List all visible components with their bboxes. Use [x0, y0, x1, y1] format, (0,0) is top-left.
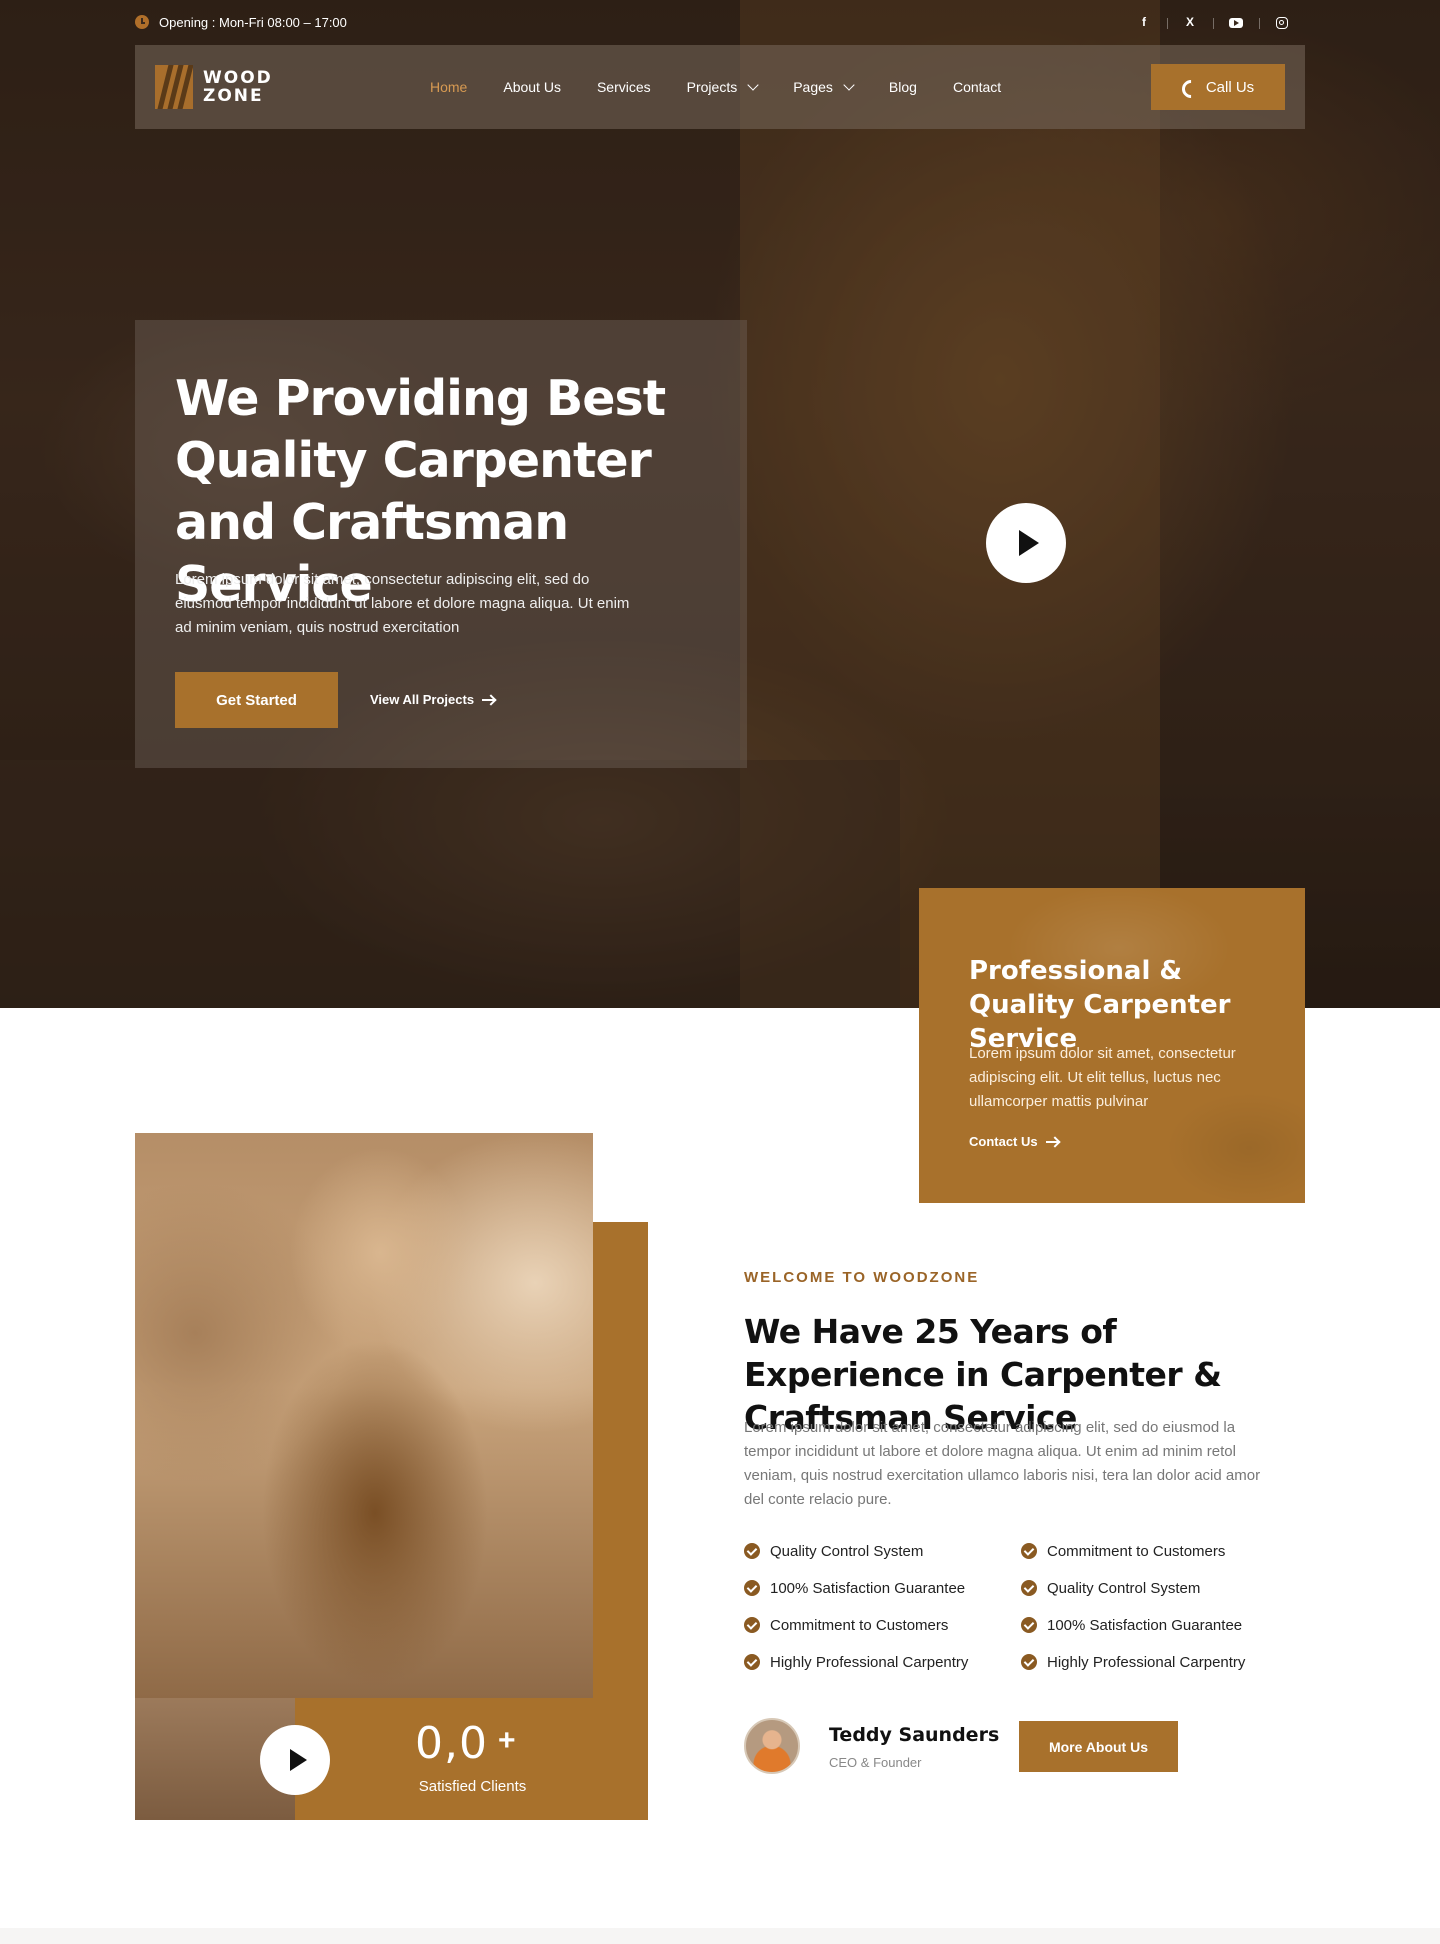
about-description: Lorem ipsum dolor sit amet, consectetur …	[744, 1419, 1261, 1508]
opening-hours: Opening : Mon-Fri 08:00 – 17:00	[159, 14, 347, 30]
service-card-description: Lorem ipsum dolor sit amet, consectetur …	[969, 1045, 1236, 1110]
nav-contact[interactable]: Contact	[953, 79, 1001, 95]
check-circle-icon	[744, 1617, 760, 1633]
call-us-label: Call Us	[1205, 78, 1255, 96]
service-card-title: Professional & Quality Carpenter Service	[969, 956, 1231, 1054]
feature-label: Quality Control System	[1047, 1579, 1201, 1597]
check-circle-icon	[744, 1580, 760, 1596]
next-section-edge	[0, 1928, 1440, 1944]
feature-item: Commitment to Customers	[1021, 1542, 1298, 1560]
founder-avatar	[744, 1718, 800, 1774]
nav-projects[interactable]: Projects	[686, 78, 759, 95]
feature-item: Commitment to Customers	[744, 1616, 1021, 1634]
top-bar: Opening : Mon-Fri 08:00 – 17:00 f X	[135, 10, 1305, 34]
carpenter-photo	[135, 1133, 593, 1698]
nav-pages[interactable]: Pages	[793, 78, 855, 95]
check-circle-icon	[1021, 1654, 1037, 1670]
play-icon	[289, 1749, 307, 1771]
stat-value: 0,0	[415, 1718, 488, 1769]
hero-section: Opening : Mon-Fri 08:00 – 17:00 f X WOOD…	[0, 0, 1440, 1008]
facebook-icon[interactable]: f	[1121, 15, 1167, 29]
instagram-icon[interactable]	[1259, 15, 1305, 29]
founder-name: Teddy Saunders	[829, 1724, 1000, 1746]
feature-label: Commitment to Customers	[770, 1616, 949, 1634]
chevron-down-icon	[843, 78, 855, 91]
check-circle-icon	[1021, 1580, 1037, 1596]
feature-label: Quality Control System	[770, 1542, 924, 1560]
nav-services[interactable]: Services	[597, 79, 651, 95]
get-started-button[interactable]: Get Started	[175, 672, 338, 728]
arrow-right-icon	[482, 698, 495, 701]
view-all-projects-link[interactable]: View All Projects	[370, 692, 495, 707]
chevron-down-icon	[747, 78, 759, 91]
primary-nav: Home About Us Services Projects Pages Bl…	[430, 45, 1037, 129]
clock-icon	[135, 15, 149, 29]
call-us-button[interactable]: Call Us	[1151, 64, 1285, 110]
check-circle-icon	[1021, 1617, 1037, 1633]
feature-label: Highly Professional Carpentry	[1047, 1653, 1246, 1671]
logo[interactable]: WOOD ZONE	[155, 65, 273, 109]
feature-label: 100% Satisfaction Guarantee	[1047, 1616, 1243, 1634]
feature-label: Commitment to Customers	[1047, 1542, 1226, 1560]
nav-blog[interactable]: Blog	[889, 79, 917, 95]
more-about-us-button[interactable]: More About Us	[1019, 1721, 1178, 1772]
section-eyebrow: WELCOME TO WOODZONE	[744, 1269, 980, 1286]
youtube-icon[interactable]	[1213, 15, 1259, 29]
logo-text: WOOD ZONE	[203, 69, 273, 105]
nav-home[interactable]: Home	[430, 79, 467, 95]
feature-label: Highly Professional Carpentry	[770, 1653, 969, 1671]
main-navbar: WOOD ZONE Home About Us Services Project…	[135, 45, 1305, 129]
phone-icon	[1182, 80, 1196, 94]
social-links: f X	[1121, 15, 1305, 29]
feature-item: 100% Satisfaction Guarantee	[744, 1579, 1021, 1597]
feature-list: Quality Control System Commitment to Cus…	[744, 1542, 1304, 1671]
nav-pages-label: Pages	[793, 79, 833, 95]
arrow-right-icon	[1045, 1140, 1058, 1143]
contact-us-label: Contact Us	[969, 1134, 1038, 1149]
hero-play-button[interactable]	[986, 503, 1066, 583]
stat-suffix: +	[498, 1724, 516, 1757]
logo-line1: WOOD	[203, 68, 273, 88]
stat-label: Satisfied Clients	[418, 1778, 527, 1795]
check-circle-icon	[744, 1543, 760, 1559]
feature-item: Highly Professional Carpentry	[1021, 1653, 1298, 1671]
x-icon[interactable]: X	[1167, 15, 1213, 29]
feature-item: Highly Professional Carpentry	[744, 1653, 1021, 1671]
check-circle-icon	[1021, 1543, 1037, 1559]
play-icon	[1019, 530, 1039, 556]
feature-item: Quality Control System	[1021, 1579, 1298, 1597]
hero-card: We Providing Best Quality Carpenter and …	[135, 320, 747, 768]
founder-role: CEO & Founder	[829, 1755, 922, 1770]
view-all-projects-label: View All Projects	[370, 692, 475, 707]
nav-projects-label: Projects	[686, 79, 738, 95]
service-card: Professional & Quality Carpenter Service…	[919, 888, 1305, 1203]
feature-item: Quality Control System	[744, 1542, 1021, 1560]
contact-us-link[interactable]: Contact Us	[969, 1134, 1058, 1149]
about-play-button[interactable]	[260, 1725, 330, 1795]
logo-line2: ZONE	[203, 86, 264, 106]
logo-mark-icon	[155, 65, 193, 109]
nav-about-us[interactable]: About Us	[503, 79, 561, 95]
feature-item: 100% Satisfaction Guarantee	[1021, 1616, 1298, 1634]
hero-description: Lorem ipsum dolor sit amet, consectetur …	[175, 571, 630, 636]
feature-label: 100% Satisfaction Guarantee	[770, 1579, 966, 1597]
check-circle-icon	[744, 1654, 760, 1670]
